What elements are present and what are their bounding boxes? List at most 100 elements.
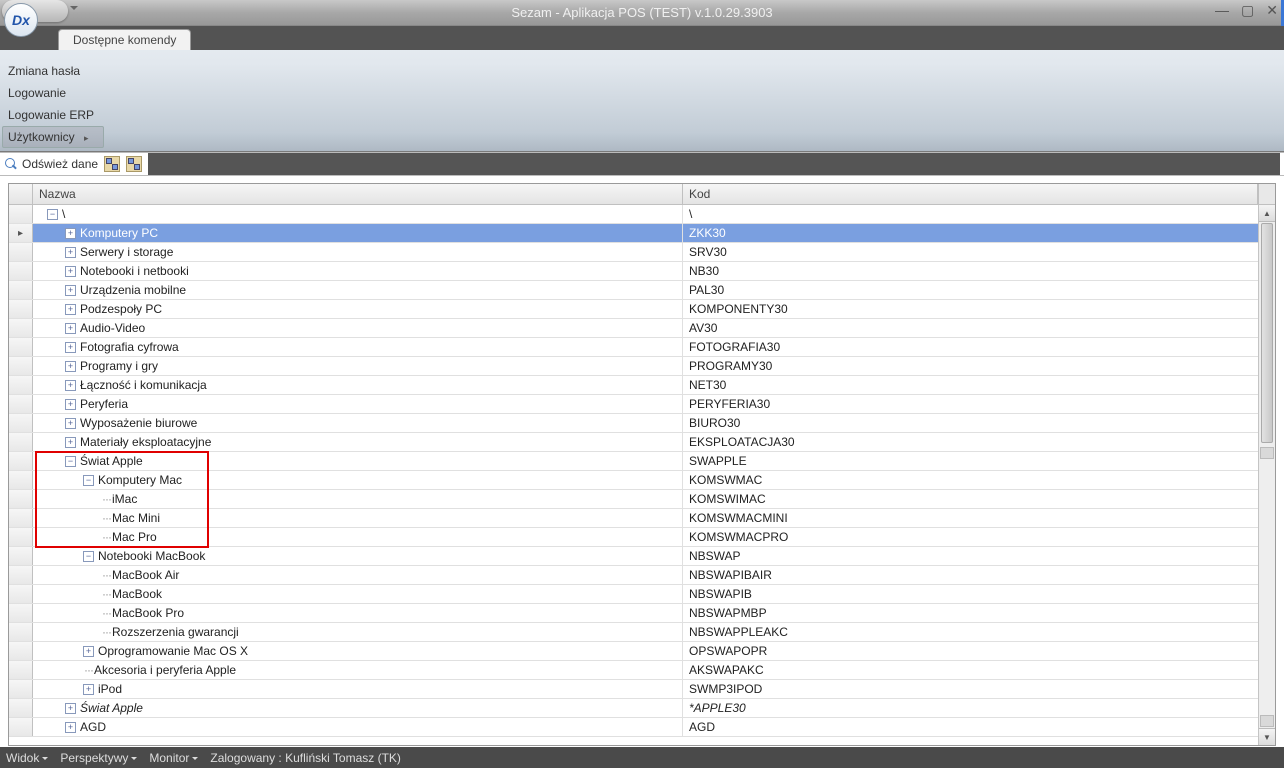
cell-kod: NBSWAP <box>683 549 1258 563</box>
node-label: Rozszerzenia gwarancji <box>112 625 239 639</box>
status-monitor[interactable]: Monitor <box>149 751 198 765</box>
tree-row[interactable]: ···Mac MiniKOMSWMACMINI <box>9 509 1258 528</box>
status-perspektywy[interactable]: Perspektywy <box>60 751 137 765</box>
minimize-button[interactable]: — <box>1215 2 1229 19</box>
layout-icon-1[interactable] <box>104 156 120 172</box>
row-indicator <box>9 718 33 736</box>
node-label: Programy i gry <box>80 359 158 373</box>
expand-icon[interactable]: + <box>65 361 76 372</box>
scroll-down-button[interactable]: ▼ <box>1259 728 1275 745</box>
row-indicator <box>9 319 33 337</box>
refresh-button[interactable]: Odśwież dane <box>22 157 98 171</box>
menu-logowanie[interactable]: Logowanie <box>2 82 104 104</box>
cell-nazwa: ···MacBook Pro <box>33 604 683 622</box>
cell-kod: KOMSWIMAC <box>683 492 1258 506</box>
tree-row[interactable]: +Fotografia cyfrowaFOTOGRAFIA30 <box>9 338 1258 357</box>
chevron-down-icon <box>70 6 78 10</box>
tree-row[interactable]: ···MacBook ProNBSWAPMBP <box>9 604 1258 623</box>
cell-kod: KOMSWMACMINI <box>683 511 1258 525</box>
tab-dostepne-komendy[interactable]: Dostępne komendy <box>58 29 191 50</box>
cell-kod: SWMP3IPOD <box>683 682 1258 696</box>
tree-row[interactable]: ···MacBook AirNBSWAPIBAIR <box>9 566 1258 585</box>
tree-row[interactable]: ···Mac ProKOMSWMACPRO <box>9 528 1258 547</box>
cell-nazwa: + Świat Apple <box>33 699 683 717</box>
expand-icon[interactable]: + <box>65 703 76 714</box>
cell-kod: NBSWAPMBP <box>683 606 1258 620</box>
expand-icon[interactable]: + <box>83 684 94 695</box>
cell-kod: PAL30 <box>683 283 1258 297</box>
cell-nazwa: ···Mac Pro <box>33 528 683 546</box>
menu-logowanie-erp[interactable]: Logowanie ERP <box>2 104 104 126</box>
row-indicator <box>9 300 33 318</box>
cell-nazwa: +iPod <box>33 680 683 698</box>
tree-row[interactable]: +Świat Apple*APPLE30 <box>9 699 1258 718</box>
expand-icon[interactable]: + <box>65 418 76 429</box>
tree-row[interactable]: +Urządzenia mobilnePAL30 <box>9 281 1258 300</box>
tree-row[interactable]: ···Akcesoria i peryferia AppleAKSWAPAKC <box>9 661 1258 680</box>
tree-row[interactable]: −Świat AppleSWAPPLE <box>9 452 1258 471</box>
expand-icon[interactable]: + <box>65 342 76 353</box>
tree-row[interactable]: +Serwery i storageSRV30 <box>9 243 1258 262</box>
expand-icon[interactable]: + <box>65 380 76 391</box>
cell-kod: SRV30 <box>683 245 1258 259</box>
scroll-thumb[interactable] <box>1261 223 1273 443</box>
node-label: Komputery Mac <box>98 473 182 487</box>
maximize-button[interactable]: ▢ <box>1241 2 1254 19</box>
collapse-icon[interactable]: − <box>65 456 76 467</box>
node-label: Wyposażenie biurowe <box>80 416 197 430</box>
expand-icon[interactable]: + <box>65 722 76 733</box>
row-indicator <box>9 623 33 641</box>
column-header-nazwa[interactable]: Nazwa <box>33 184 683 204</box>
tree-row[interactable]: −Notebooki MacBookNBSWAP <box>9 547 1258 566</box>
expand-icon[interactable]: + <box>65 247 76 258</box>
expand-icon[interactable]: + <box>65 399 76 410</box>
collapse-icon[interactable]: − <box>83 475 94 486</box>
expand-icon[interactable]: + <box>83 646 94 657</box>
tree-row[interactable]: +Wyposażenie biuroweBIURO30 <box>9 414 1258 433</box>
toolbar: Odśwież dane <box>0 152 1284 176</box>
expand-icon[interactable]: + <box>65 285 76 296</box>
app-menu-button[interactable]: Dx <box>0 0 54 26</box>
close-button[interactable]: ✕ <box>1266 2 1278 19</box>
tree-row[interactable]: +AGDAGD <box>9 718 1258 737</box>
tree-row[interactable]: +Oprogramowanie Mac OS XOPSWAPOPR <box>9 642 1258 661</box>
expand-icon[interactable]: + <box>65 228 76 239</box>
row-indicator <box>9 509 33 527</box>
tree-row[interactable]: −\\ <box>9 205 1258 224</box>
tree-row[interactable]: −Komputery MacKOMSWMAC <box>9 471 1258 490</box>
scroll-up-button[interactable]: ▲ <box>1259 205 1275 222</box>
row-indicator <box>9 262 33 280</box>
menu-zmiana-hasla[interactable]: Zmiana hasła <box>2 60 104 82</box>
layout-icon-2[interactable] <box>126 156 142 172</box>
tree-row[interactable]: +PeryferiaPERYFERIA30 <box>9 395 1258 414</box>
expand-icon[interactable]: + <box>65 304 76 315</box>
node-label: Świat Apple <box>80 701 143 715</box>
collapse-icon[interactable]: − <box>47 209 58 220</box>
tree-row[interactable]: +Programy i gryPROGRAMY30 <box>9 357 1258 376</box>
tree-row[interactable]: +Łączność i komunikacjaNET30 <box>9 376 1258 395</box>
tree-row[interactable]: ▸+Komputery PCZKK30 <box>9 224 1258 243</box>
expand-icon[interactable]: + <box>65 266 76 277</box>
tree-row[interactable]: +Notebooki i netbookiNB30 <box>9 262 1258 281</box>
tree-row[interactable]: ···MacBookNBSWAPIB <box>9 585 1258 604</box>
expand-icon[interactable]: + <box>65 323 76 334</box>
column-header-kod[interactable]: Kod <box>683 184 1258 204</box>
node-label: Notebooki i netbooki <box>80 264 189 278</box>
node-label: Peryferia <box>80 397 128 411</box>
menu-uzytkownicy[interactable]: Użytkownicy ▸ <box>2 126 104 148</box>
tree-row[interactable]: +Audio-VideoAV30 <box>9 319 1258 338</box>
tree-row[interactable]: ···iMacKOMSWIMAC <box>9 490 1258 509</box>
expand-icon[interactable]: + <box>65 437 76 448</box>
status-widok[interactable]: Widok <box>6 751 48 765</box>
vertical-scrollbar[interactable]: ▲ ▼ <box>1258 205 1275 745</box>
tree-row[interactable]: ···Rozszerzenia gwarancjiNBSWAPPLEAKC <box>9 623 1258 642</box>
cell-nazwa: −\ <box>33 205 683 223</box>
window-title: Sezam - Aplikacja POS (TEST) v.1.0.29.39… <box>511 5 772 20</box>
tree-row[interactable]: +iPodSWMP3IPOD <box>9 680 1258 699</box>
cell-kod: EKSPLOATACJA30 <box>683 435 1258 449</box>
collapse-icon[interactable]: − <box>83 551 94 562</box>
search-icon <box>4 157 18 171</box>
tree-row[interactable]: +Podzespoły PCKOMPONENTY30 <box>9 300 1258 319</box>
row-indicator <box>9 642 33 660</box>
tree-row[interactable]: +Materiały eksploatacyjneEKSPLOATACJA30 <box>9 433 1258 452</box>
